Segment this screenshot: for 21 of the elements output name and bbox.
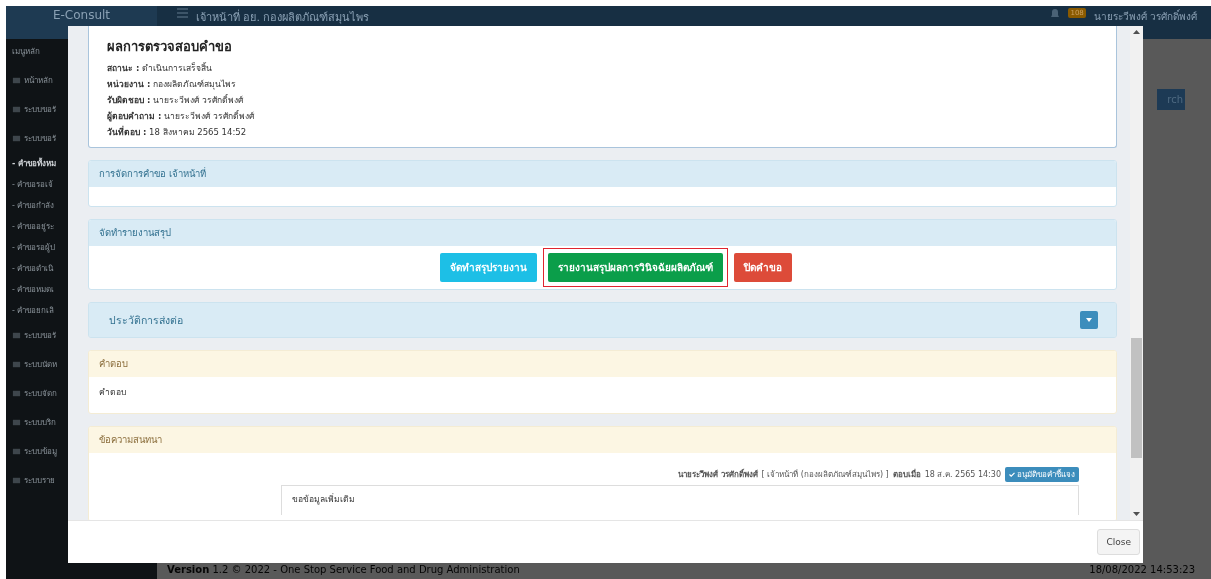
message-text: ขอข้อมูลเพิ่มเติม	[281, 485, 1079, 515]
footer-datetime: 18/08/2022 14:53:23	[1089, 564, 1195, 575]
panel-heading: การจัดการคำขอ เจ้าหน้าที่	[89, 161, 1116, 187]
result-field: รับผิดชอบ : นายระวีพงศ์ วรศักดิ์พงศ์	[107, 93, 1098, 107]
panel-heading: ข้อความสนทนา	[89, 427, 1116, 453]
reply-label: ตอบเมื่อ	[892, 468, 921, 481]
message-time: 18 ส.ค. 2565 14:30	[924, 469, 1001, 481]
panel-heading: ประวัติการส่งต่อ	[109, 312, 183, 328]
panel-heading: คำตอบ	[89, 351, 1116, 377]
header-title: เจ้าหน้าที่ อย. กองผลิตภัณฑ์สมุนไพร	[196, 8, 371, 26]
status-badge: อนุมัติขอคำชี้แจง	[1005, 467, 1079, 482]
result-field: ผู้ตอบคำถาม : นายระวีพงศ์ วรศักดิ์พงศ์	[107, 109, 1098, 123]
message-author: นายระวีพงศ์ วรศักดิ์พงศ์	[677, 468, 758, 481]
result-title: ผลการตรวจสอบคำขอ	[107, 38, 233, 56]
message-role: [ เจ้าหน้าที่ (กองผลิตภัณฑ์สมุนไพร) ]	[761, 468, 889, 481]
result-field: หน่วยงาน : กองผลิตภัณฑ์สมุนไพร	[107, 77, 1098, 91]
result-field: วันที่ตอบ : 18 สิงหาคม 2565 14:52	[107, 125, 1098, 139]
version-text: Version 1.2 © 2022 - One Stop Service Food and Drug Administration	[167, 564, 520, 575]
result-field: สถานะ : ดำเนินการเสร็จสิ้น	[107, 61, 1098, 75]
panel-heading: จัดทำรายงานสรุป	[89, 220, 1116, 246]
answer-text: คำตอบ	[98, 386, 127, 399]
